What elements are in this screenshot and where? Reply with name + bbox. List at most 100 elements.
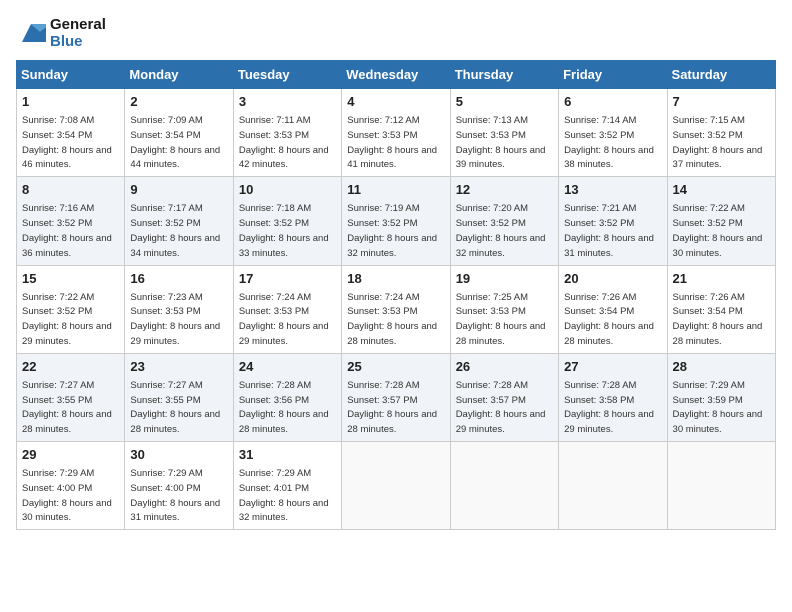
day-number: 30 [130, 446, 227, 464]
day-info: Sunrise: 7:26 AMSunset: 3:54 PMDaylight:… [564, 292, 654, 347]
day-number: 18 [347, 270, 444, 288]
day-cell [667, 442, 775, 530]
day-cell: 4 Sunrise: 7:12 AMSunset: 3:53 PMDayligh… [342, 89, 450, 177]
day-cell: 22 Sunrise: 7:27 AMSunset: 3:55 PMDaylig… [17, 353, 125, 441]
day-cell: 10 Sunrise: 7:18 AMSunset: 3:52 PMDaylig… [233, 177, 341, 265]
day-info: Sunrise: 7:21 AMSunset: 3:52 PMDaylight:… [564, 203, 654, 258]
day-info: Sunrise: 7:14 AMSunset: 3:52 PMDaylight:… [564, 115, 654, 170]
day-info: Sunrise: 7:24 AMSunset: 3:53 PMDaylight:… [239, 292, 329, 347]
day-number: 3 [239, 93, 336, 111]
day-info: Sunrise: 7:13 AMSunset: 3:53 PMDaylight:… [456, 115, 546, 170]
week-row-3: 15 Sunrise: 7:22 AMSunset: 3:52 PMDaylig… [17, 265, 776, 353]
day-number: 23 [130, 358, 227, 376]
day-info: Sunrise: 7:18 AMSunset: 3:52 PMDaylight:… [239, 203, 329, 258]
day-number: 29 [22, 446, 119, 464]
day-info: Sunrise: 7:08 AMSunset: 3:54 PMDaylight:… [22, 115, 112, 170]
week-row-1: 1 Sunrise: 7:08 AMSunset: 3:54 PMDayligh… [17, 89, 776, 177]
day-number: 14 [673, 181, 770, 199]
day-cell: 16 Sunrise: 7:23 AMSunset: 3:53 PMDaylig… [125, 265, 233, 353]
logo-icon [16, 21, 46, 45]
day-number: 20 [564, 270, 661, 288]
day-cell: 15 Sunrise: 7:22 AMSunset: 3:52 PMDaylig… [17, 265, 125, 353]
day-info: Sunrise: 7:28 AMSunset: 3:57 PMDaylight:… [456, 380, 546, 435]
day-number: 1 [22, 93, 119, 111]
week-row-4: 22 Sunrise: 7:27 AMSunset: 3:55 PMDaylig… [17, 353, 776, 441]
day-number: 21 [673, 270, 770, 288]
page-header: General Blue [16, 16, 776, 50]
day-number: 5 [456, 93, 553, 111]
day-info: Sunrise: 7:15 AMSunset: 3:52 PMDaylight:… [673, 115, 763, 170]
week-row-5: 29 Sunrise: 7:29 AMSunset: 4:00 PMDaylig… [17, 442, 776, 530]
weekday-header-tuesday: Tuesday [233, 61, 341, 89]
day-number: 31 [239, 446, 336, 464]
day-info: Sunrise: 7:11 AMSunset: 3:53 PMDaylight:… [239, 115, 329, 170]
weekday-header-row: SundayMondayTuesdayWednesdayThursdayFrid… [17, 61, 776, 89]
day-cell [342, 442, 450, 530]
day-info: Sunrise: 7:22 AMSunset: 3:52 PMDaylight:… [22, 292, 112, 347]
day-number: 4 [347, 93, 444, 111]
day-cell: 6 Sunrise: 7:14 AMSunset: 3:52 PMDayligh… [559, 89, 667, 177]
day-cell: 17 Sunrise: 7:24 AMSunset: 3:53 PMDaylig… [233, 265, 341, 353]
day-info: Sunrise: 7:09 AMSunset: 3:54 PMDaylight:… [130, 115, 220, 170]
weekday-header-monday: Monday [125, 61, 233, 89]
day-cell: 31 Sunrise: 7:29 AMSunset: 4:01 PMDaylig… [233, 442, 341, 530]
calendar-table: SundayMondayTuesdayWednesdayThursdayFrid… [16, 60, 776, 530]
day-info: Sunrise: 7:29 AMSunset: 4:00 PMDaylight:… [130, 468, 220, 523]
day-cell: 25 Sunrise: 7:28 AMSunset: 3:57 PMDaylig… [342, 353, 450, 441]
day-number: 6 [564, 93, 661, 111]
day-cell: 8 Sunrise: 7:16 AMSunset: 3:52 PMDayligh… [17, 177, 125, 265]
logo: General Blue [16, 16, 106, 50]
day-cell: 5 Sunrise: 7:13 AMSunset: 3:53 PMDayligh… [450, 89, 558, 177]
weekday-header-wednesday: Wednesday [342, 61, 450, 89]
day-cell: 12 Sunrise: 7:20 AMSunset: 3:52 PMDaylig… [450, 177, 558, 265]
day-info: Sunrise: 7:17 AMSunset: 3:52 PMDaylight:… [130, 203, 220, 258]
day-info: Sunrise: 7:29 AMSunset: 3:59 PMDaylight:… [673, 380, 763, 435]
day-info: Sunrise: 7:27 AMSunset: 3:55 PMDaylight:… [130, 380, 220, 435]
day-number: 2 [130, 93, 227, 111]
day-cell: 14 Sunrise: 7:22 AMSunset: 3:52 PMDaylig… [667, 177, 775, 265]
day-info: Sunrise: 7:28 AMSunset: 3:58 PMDaylight:… [564, 380, 654, 435]
day-cell: 11 Sunrise: 7:19 AMSunset: 3:52 PMDaylig… [342, 177, 450, 265]
day-cell: 3 Sunrise: 7:11 AMSunset: 3:53 PMDayligh… [233, 89, 341, 177]
day-cell: 20 Sunrise: 7:26 AMSunset: 3:54 PMDaylig… [559, 265, 667, 353]
day-info: Sunrise: 7:29 AMSunset: 4:00 PMDaylight:… [22, 468, 112, 523]
day-info: Sunrise: 7:28 AMSunset: 3:57 PMDaylight:… [347, 380, 437, 435]
day-cell: 18 Sunrise: 7:24 AMSunset: 3:53 PMDaylig… [342, 265, 450, 353]
day-info: Sunrise: 7:16 AMSunset: 3:52 PMDaylight:… [22, 203, 112, 258]
day-number: 11 [347, 181, 444, 199]
day-number: 22 [22, 358, 119, 376]
day-number: 26 [456, 358, 553, 376]
day-info: Sunrise: 7:20 AMSunset: 3:52 PMDaylight:… [456, 203, 546, 258]
day-number: 24 [239, 358, 336, 376]
day-number: 19 [456, 270, 553, 288]
day-info: Sunrise: 7:24 AMSunset: 3:53 PMDaylight:… [347, 292, 437, 347]
day-info: Sunrise: 7:12 AMSunset: 3:53 PMDaylight:… [347, 115, 437, 170]
day-number: 25 [347, 358, 444, 376]
day-info: Sunrise: 7:28 AMSunset: 3:56 PMDaylight:… [239, 380, 329, 435]
day-info: Sunrise: 7:26 AMSunset: 3:54 PMDaylight:… [673, 292, 763, 347]
weekday-header-saturday: Saturday [667, 61, 775, 89]
weekday-header-sunday: Sunday [17, 61, 125, 89]
day-number: 27 [564, 358, 661, 376]
day-number: 15 [22, 270, 119, 288]
day-info: Sunrise: 7:19 AMSunset: 3:52 PMDaylight:… [347, 203, 437, 258]
day-info: Sunrise: 7:23 AMSunset: 3:53 PMDaylight:… [130, 292, 220, 347]
day-cell: 13 Sunrise: 7:21 AMSunset: 3:52 PMDaylig… [559, 177, 667, 265]
day-cell: 23 Sunrise: 7:27 AMSunset: 3:55 PMDaylig… [125, 353, 233, 441]
day-cell: 27 Sunrise: 7:28 AMSunset: 3:58 PMDaylig… [559, 353, 667, 441]
day-cell: 21 Sunrise: 7:26 AMSunset: 3:54 PMDaylig… [667, 265, 775, 353]
day-info: Sunrise: 7:27 AMSunset: 3:55 PMDaylight:… [22, 380, 112, 435]
day-cell: 9 Sunrise: 7:17 AMSunset: 3:52 PMDayligh… [125, 177, 233, 265]
day-number: 7 [673, 93, 770, 111]
day-cell: 29 Sunrise: 7:29 AMSunset: 4:00 PMDaylig… [17, 442, 125, 530]
week-row-2: 8 Sunrise: 7:16 AMSunset: 3:52 PMDayligh… [17, 177, 776, 265]
day-info: Sunrise: 7:25 AMSunset: 3:53 PMDaylight:… [456, 292, 546, 347]
day-number: 8 [22, 181, 119, 199]
day-cell: 7 Sunrise: 7:15 AMSunset: 3:52 PMDayligh… [667, 89, 775, 177]
day-number: 13 [564, 181, 661, 199]
day-cell [559, 442, 667, 530]
day-cell: 30 Sunrise: 7:29 AMSunset: 4:00 PMDaylig… [125, 442, 233, 530]
day-cell: 1 Sunrise: 7:08 AMSunset: 3:54 PMDayligh… [17, 89, 125, 177]
day-number: 16 [130, 270, 227, 288]
day-cell: 19 Sunrise: 7:25 AMSunset: 3:53 PMDaylig… [450, 265, 558, 353]
